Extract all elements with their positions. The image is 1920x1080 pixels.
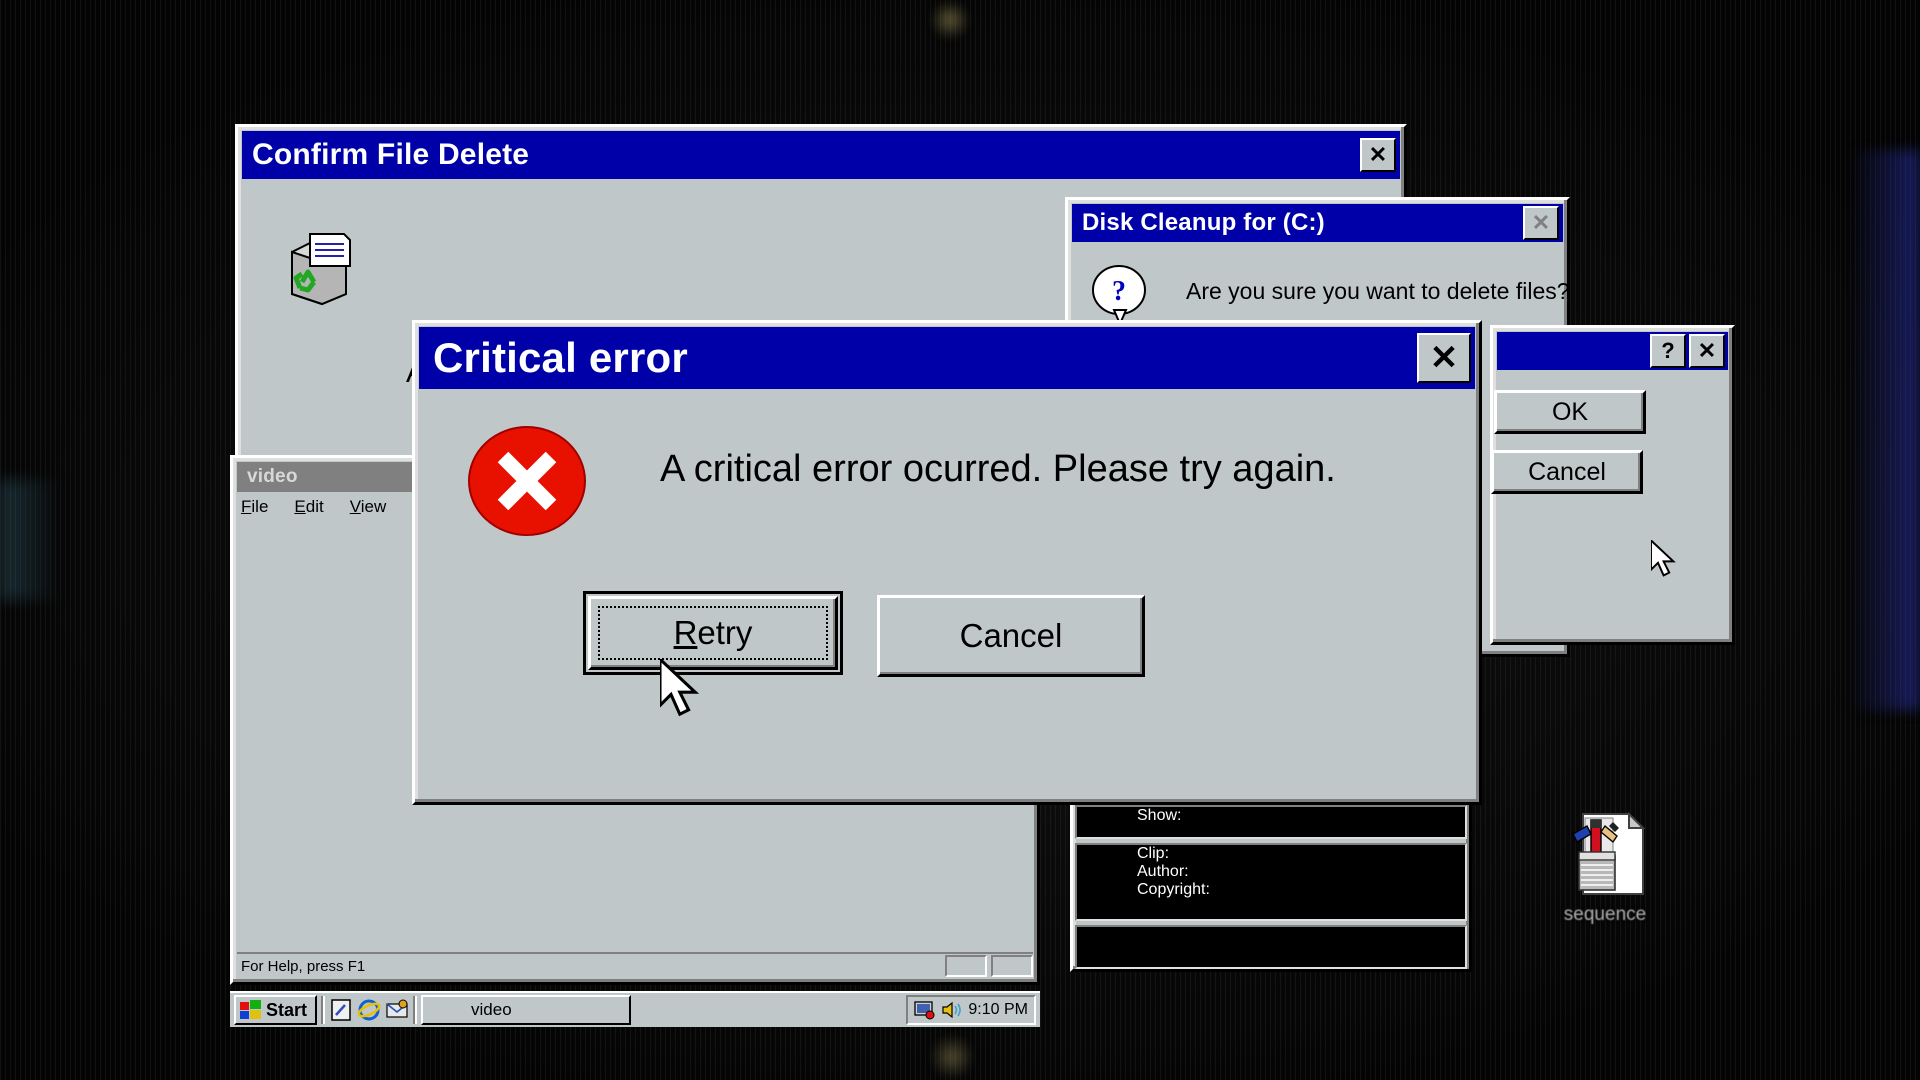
taskbar[interactable]: Start video 9:10 PM	[230, 991, 1040, 1027]
mouse-cursor-primary	[660, 659, 700, 717]
media-empty-row	[1075, 925, 1467, 969]
taskbar-separator-1	[321, 996, 326, 1024]
media-show-label: Show:	[1137, 807, 1182, 824]
volume-icon[interactable]	[941, 1000, 963, 1020]
cancel-button[interactable]: Cancel	[877, 595, 1145, 677]
media-info-panel: Show: Clip: Author: Copyright:	[1070, 800, 1472, 972]
media-show-row: Show:	[1075, 805, 1467, 839]
desktop-screen: Confirm File Delete ✕ Are	[0, 0, 1920, 1080]
close-icon[interactable]: ✕	[1417, 333, 1471, 383]
taskbar-task-video-label: video	[471, 1000, 512, 1019]
retry-button[interactable]: Retry	[583, 591, 843, 675]
document-with-pencils-icon	[1572, 812, 1646, 895]
desktop-icon-sequence[interactable]: sequence	[1530, 812, 1680, 926]
confirm-delete-titlebar[interactable]: Confirm File Delete ✕	[242, 131, 1400, 179]
menu-view[interactable]: View	[350, 497, 387, 517]
media-copyright-label: Copyright:	[1137, 881, 1210, 898]
critical-error-window[interactable]: Critical error ✕ A critical error ocurre…	[412, 320, 1482, 805]
error-x-circle-icon	[465, 423, 593, 548]
video-title: video	[247, 466, 298, 487]
ok-button[interactable]: OK	[1494, 390, 1646, 434]
show-desktop-icon[interactable]	[329, 998, 353, 1022]
disk-cleanup-title: Disk Cleanup for (C:)	[1082, 209, 1325, 236]
retry-button-label: Retry	[673, 614, 753, 651]
media-details-rows: Clip: Author: Copyright:	[1075, 843, 1467, 921]
cancel-button[interactable]: Cancel	[1491, 450, 1643, 494]
status-pane-2	[991, 955, 1033, 977]
start-button[interactable]: Start	[234, 995, 318, 1025]
crt-glow-top	[930, 0, 970, 40]
critical-error-titlebar[interactable]: Critical error ✕	[419, 327, 1475, 389]
close-icon[interactable]: ✕	[1360, 138, 1396, 172]
desktop-icon-label: sequence	[1563, 904, 1647, 925]
confirm-delete-title: Confirm File Delete	[252, 138, 530, 171]
menu-file[interactable]: File	[241, 497, 268, 517]
taskbar-separator-2	[413, 996, 418, 1024]
status-pane-1	[945, 955, 987, 977]
media-clip-label: Clip:	[1137, 845, 1170, 862]
recycle-bin-document-icon	[282, 232, 356, 315]
crt-glow-bottom	[930, 1034, 974, 1080]
outlook-express-icon[interactable]	[385, 998, 409, 1022]
menu-edit[interactable]: Edit	[294, 497, 323, 517]
ok-cancel-titlebar[interactable]: ? ✕	[1497, 332, 1728, 370]
critical-error-title: Critical error	[433, 334, 688, 381]
display-icon[interactable]	[914, 1000, 936, 1020]
media-author-label: Author:	[1137, 863, 1189, 880]
video-statusbar: For Help, press F1	[237, 952, 1033, 978]
disk-cleanup-titlebar[interactable]: Disk Cleanup for (C:) ✕	[1072, 204, 1563, 242]
windows-logo-icon	[240, 1000, 261, 1019]
taskbar-task-video[interactable]: video	[421, 995, 632, 1025]
disk-cleanup-message: Are you sure you want to delete files?	[1186, 278, 1570, 304]
help-icon[interactable]: ?	[1650, 334, 1686, 368]
mouse-cursor-secondary	[1651, 540, 1676, 577]
tray-clock[interactable]: 9:10 PM	[968, 1001, 1028, 1019]
critical-error-message: A critical error ocurred. Please try aga…	[660, 448, 1336, 490]
close-icon[interactable]: ✕	[1523, 206, 1559, 240]
svg-text:?: ?	[1112, 276, 1126, 307]
crt-glow-left	[0, 480, 60, 600]
system-tray[interactable]: 9:10 PM	[906, 995, 1036, 1025]
internet-explorer-icon[interactable]	[357, 998, 381, 1022]
crt-glow-right	[1850, 150, 1920, 710]
video-status-text: For Help, press F1	[241, 957, 366, 975]
close-icon[interactable]: ✕	[1689, 334, 1725, 368]
start-button-label: Start	[266, 999, 308, 1020]
ok-cancel-dialog-window[interactable]: ? ✕ OK Cancel	[1490, 325, 1735, 645]
